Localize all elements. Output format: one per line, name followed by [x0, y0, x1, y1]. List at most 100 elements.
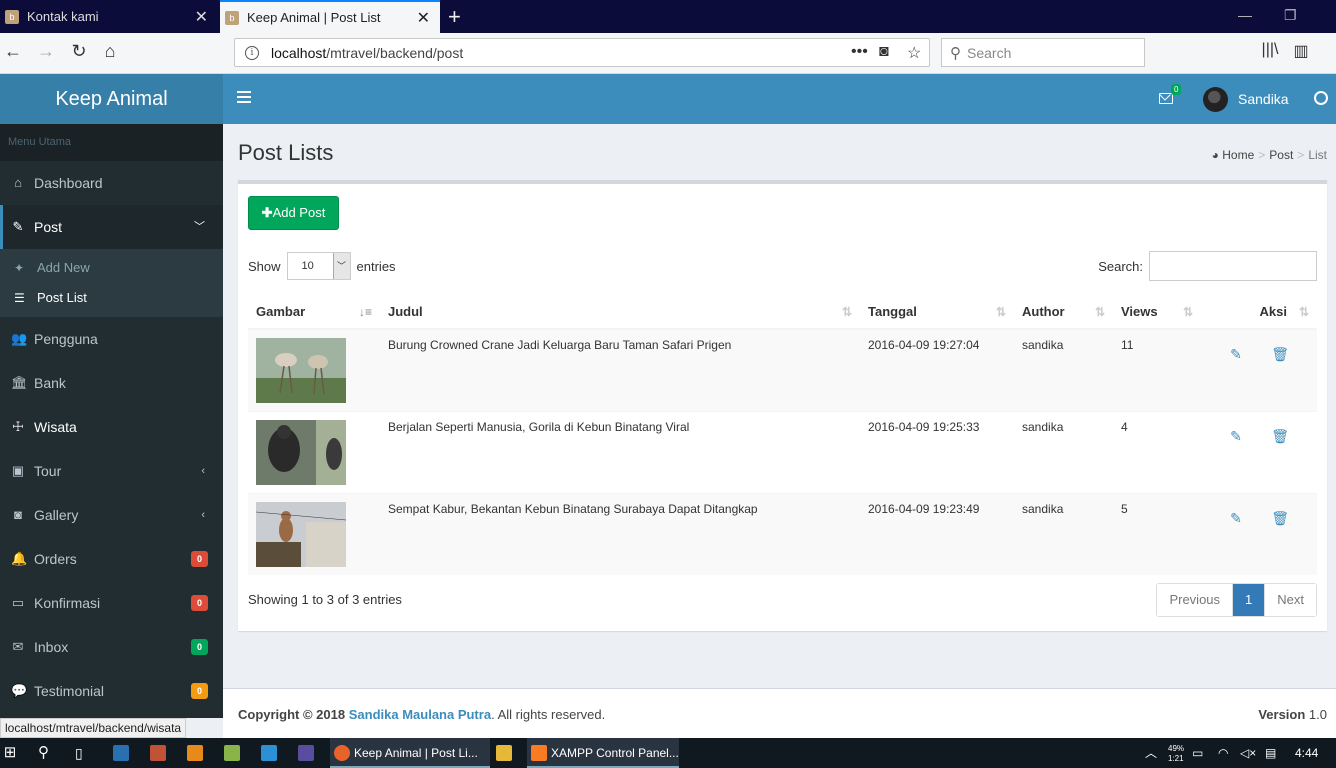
- sidebar-item-konfirmasi[interactable]: ▭ Konfirmasi 0: [0, 581, 223, 625]
- pocket-icon[interactable]: ◙: [879, 43, 889, 61]
- delete-trash-icon[interactable]: 🗑: [1271, 346, 1289, 362]
- comment-icon: 💬: [11, 683, 28, 698]
- pinned-app-icon[interactable]: [113, 745, 129, 761]
- sidebar-item-post[interactable]: ✎ Post ﹀: [0, 205, 223, 249]
- hamburger-menu-icon[interactable]: [237, 91, 251, 106]
- col-label: Judul: [388, 304, 423, 319]
- new-tab-icon[interactable]: +: [448, 4, 461, 30]
- task-view-icon[interactable]: ▯: [75, 738, 83, 768]
- col-tanggal[interactable]: Tanggal ⇅: [860, 295, 1014, 330]
- delete-trash-icon[interactable]: 🗑: [1271, 510, 1289, 526]
- app-logo[interactable]: Keep Animal: [0, 74, 223, 124]
- site-favicon-icon: b: [5, 9, 19, 24]
- browser-tab-kontak[interactable]: b Kontak kami ✕: [0, 0, 218, 33]
- browser-tab-bar: b Kontak kami ✕ b Keep Animal | Post Lis…: [0, 0, 1336, 33]
- home-icon: ⌂: [14, 175, 22, 190]
- entries-length-select[interactable]: 10 ﹀: [286, 252, 351, 280]
- minimize-icon[interactable]: —: [1238, 7, 1252, 23]
- notepad-icon[interactable]: [224, 745, 240, 761]
- clock[interactable]: 4:44 AM: [1295, 738, 1336, 768]
- sidebar-item-wisata[interactable]: ☩ Wisata: [0, 405, 223, 449]
- sort-icon: ⇅: [1298, 305, 1309, 319]
- sidebar-item-gallery[interactable]: ◙ Gallery ‹: [0, 493, 223, 537]
- file-explorer-icon[interactable]: [496, 745, 512, 761]
- sidebar-item-tour[interactable]: ▣ Tour ‹: [0, 449, 223, 493]
- submenu-item-label: Add New: [37, 260, 90, 275]
- cell-views: 11: [1113, 328, 1201, 412]
- col-gambar[interactable]: Gambar ↓≡: [248, 295, 380, 330]
- page-info-icon[interactable]: i: [245, 45, 259, 60]
- konfirmasi-count-badge: 0: [191, 595, 208, 611]
- reload-icon[interactable]: ↻: [66, 41, 92, 62]
- page-1-button[interactable]: 1: [1233, 584, 1266, 616]
- taskbar-xampp[interactable]: XAMPP Control Panel...: [527, 738, 679, 768]
- previous-page-button[interactable]: Previous: [1157, 584, 1234, 616]
- col-views[interactable]: Views ⇅: [1113, 295, 1201, 330]
- sidebar-item-pengguna[interactable]: 👥 Pengguna: [0, 317, 223, 361]
- sidebar-item-dashboard[interactable]: ⌂ Dashboard: [0, 161, 223, 205]
- firefox-icon: [334, 745, 350, 761]
- browser-search-input[interactable]: ⚲ Search: [941, 38, 1145, 67]
- envelope-icon[interactable]: [1159, 93, 1173, 104]
- submenu-item-post-list[interactable]: ☰ Post List: [0, 283, 223, 313]
- post-thumbnail[interactable]: [256, 338, 346, 403]
- close-tab-icon[interactable]: ✕: [195, 7, 208, 27]
- windows-start-icon[interactable]: ⊞: [0, 738, 20, 768]
- bus-icon: ▣: [11, 463, 25, 478]
- edit-pencil-icon[interactable]: ✎: [1230, 510, 1242, 526]
- pinned-app-icon[interactable]: [150, 745, 166, 761]
- chevron-up-icon[interactable]: ︿: [1145, 738, 1157, 768]
- restore-icon[interactable]: ❐: [1284, 7, 1297, 24]
- volume-icon[interactable]: ◁×: [1240, 738, 1256, 768]
- edit-pencil-icon[interactable]: ✎: [1230, 428, 1242, 444]
- address-bar[interactable]: i localhost/mtravel/backend/post ••• ◙ ☆: [234, 38, 930, 67]
- pinned-app-icon[interactable]: [298, 745, 314, 761]
- forward-icon[interactable]: →: [33, 41, 59, 62]
- wifi-icon[interactable]: ◠: [1218, 738, 1228, 768]
- add-post-button[interactable]: ✚Add Post: [248, 196, 339, 230]
- orders-count-badge: 0: [191, 551, 208, 567]
- post-thumbnail[interactable]: [256, 502, 346, 567]
- user-name[interactable]: Sandika: [1238, 91, 1289, 107]
- vlc-icon[interactable]: [187, 745, 203, 761]
- home-icon[interactable]: ⌂: [97, 41, 123, 62]
- search-icon[interactable]: ⚲: [38, 738, 49, 768]
- edit-pencil-icon[interactable]: ✎: [1230, 346, 1242, 362]
- back-icon[interactable]: ←: [0, 41, 26, 62]
- page-actions-icon[interactable]: •••: [851, 43, 868, 61]
- notification-icon[interactable]: ▤: [1265, 738, 1276, 768]
- submenu-item-add-new[interactable]: ✦ Add New: [0, 253, 223, 283]
- sidebar-toggle-icon[interactable]: ▥: [1288, 41, 1314, 61]
- sidebar-item-orders[interactable]: 🔔 Orders 0: [0, 537, 223, 581]
- cell-views: 5: [1113, 493, 1201, 575]
- post-thumbnail[interactable]: [256, 420, 346, 485]
- taskbar-firefox[interactable]: Keep Animal | Post Li...: [330, 738, 490, 768]
- thumbtack-icon: ✦: [14, 261, 25, 275]
- author-link[interactable]: Sandika Maulana Putra: [349, 707, 491, 722]
- sidebar-item-testimonial[interactable]: 💬 Testimonial 0: [0, 669, 223, 713]
- battery-icon[interactable]: ▭: [1192, 738, 1203, 768]
- browser-tab-post-list[interactable]: b Keep Animal | Post List ✕: [220, 0, 440, 33]
- close-tab-icon[interactable]: ✕: [417, 8, 430, 28]
- col-label: Author: [1022, 304, 1065, 319]
- avatar[interactable]: [1203, 87, 1228, 112]
- breadcrumb-home[interactable]: Home: [1222, 148, 1254, 162]
- bookmark-star-icon[interactable]: ☆: [907, 43, 921, 63]
- pinned-app-icon[interactable]: [261, 745, 277, 761]
- col-aksi[interactable]: Aksi ⇅: [1201, 295, 1317, 330]
- delete-trash-icon[interactable]: 🗑: [1271, 428, 1289, 444]
- table-info: Showing 1 to 3 of 3 entries: [248, 592, 402, 607]
- col-label: Gambar: [256, 304, 306, 319]
- breadcrumb-post[interactable]: Post: [1269, 148, 1293, 162]
- col-judul[interactable]: Judul ⇅: [380, 295, 860, 330]
- sidebar-item-inbox[interactable]: ✉ Inbox 0: [0, 625, 223, 669]
- col-author[interactable]: Author ⇅: [1014, 295, 1113, 330]
- next-page-button[interactable]: Next: [1265, 584, 1316, 616]
- sidebar-item-bank[interactable]: 🏛 Bank: [0, 361, 223, 405]
- signpost-icon: ☩: [12, 419, 24, 434]
- table-search-input[interactable]: [1149, 251, 1317, 281]
- globe-icon[interactable]: [1314, 91, 1328, 105]
- chevron-left-icon: ‹: [201, 509, 205, 521]
- library-icon[interactable]: |||\: [1257, 41, 1283, 59]
- chevron-left-icon: ‹: [201, 465, 205, 477]
